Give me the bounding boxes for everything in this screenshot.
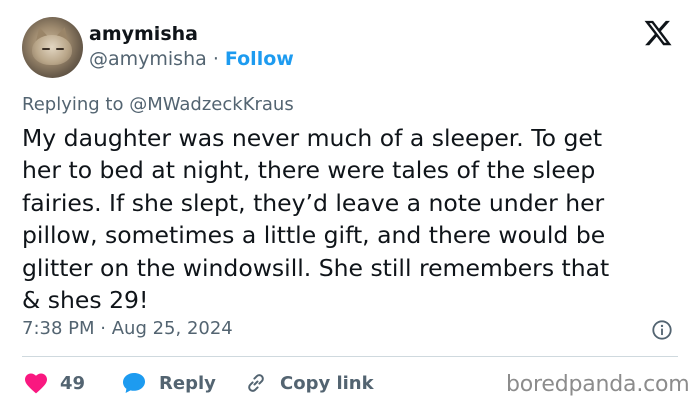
x-logo-icon[interactable] xyxy=(642,18,674,48)
tweet-timestamp[interactable]: 7:38 PM · Aug 25, 2024 xyxy=(22,318,233,339)
like-button[interactable]: 49 xyxy=(24,366,85,400)
heart-icon xyxy=(25,373,47,394)
reply-prefix: Replying to xyxy=(22,94,124,115)
copy-link-label: Copy link xyxy=(280,372,374,394)
watermark: boredpanda.com xyxy=(506,372,690,397)
tweet-date: Aug 25, 2024 xyxy=(111,318,233,339)
like-count: 49 xyxy=(60,372,86,394)
link-icon xyxy=(248,374,264,392)
info-icon[interactable] xyxy=(651,319,673,341)
copy-link-button[interactable]: Copy link xyxy=(244,366,374,400)
handle-separator: · xyxy=(212,48,219,70)
divider xyxy=(22,356,678,357)
author-handle[interactable]: @amymisha xyxy=(89,48,207,70)
author-handle-row: @amymisha · Follow xyxy=(89,48,294,70)
follow-button[interactable]: Follow xyxy=(225,48,294,70)
tweet-time: 7:38 PM xyxy=(22,318,95,339)
reply-button[interactable]: Reply xyxy=(121,366,216,400)
tweet-text: My daughter was never much of a sleeper.… xyxy=(22,124,610,315)
reply-mention[interactable]: @MWadzeckKraus xyxy=(129,94,294,115)
reply-context: Replying to @MWadzeckKraus xyxy=(22,94,294,115)
avatar[interactable] xyxy=(22,17,83,78)
timestamp-separator: · xyxy=(100,318,106,339)
reply-label: Reply xyxy=(159,372,216,394)
speech-bubble-icon xyxy=(123,373,145,393)
author-display-name[interactable]: amymisha xyxy=(89,23,198,45)
